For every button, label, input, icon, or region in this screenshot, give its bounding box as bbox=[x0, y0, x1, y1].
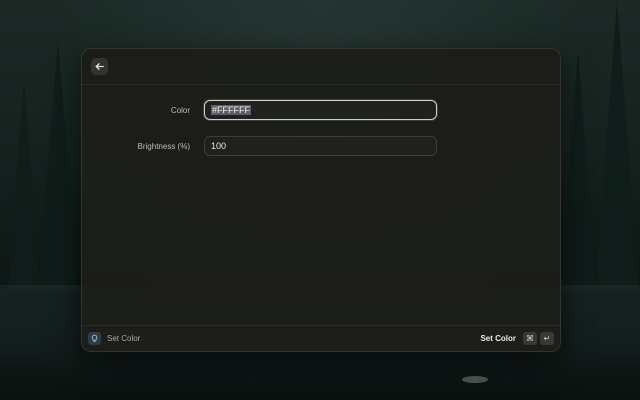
action-bar: Set Color Set Color ⌘ ↵ bbox=[82, 325, 560, 351]
color-label: Color bbox=[170, 106, 190, 115]
tree bbox=[560, 50, 596, 290]
command-window: Color #FFFFFF Brightness (%) 100 Set Col… bbox=[81, 48, 561, 352]
primary-action-button[interactable]: Set Color ⌘ ↵ bbox=[480, 331, 554, 346]
return-key-icon: ↵ bbox=[540, 332, 554, 345]
brightness-value: 100 bbox=[211, 141, 227, 151]
command-key-icon: ⌘ bbox=[523, 332, 537, 345]
command-title: Set Color bbox=[107, 334, 141, 343]
color-row: Color #FFFFFF bbox=[82, 100, 560, 122]
top-bar bbox=[82, 49, 560, 85]
water-ripple bbox=[462, 376, 488, 383]
tree bbox=[38, 40, 78, 290]
color-input[interactable]: #FFFFFF bbox=[204, 100, 437, 120]
brightness-row: Brightness (%) 100 bbox=[82, 136, 560, 158]
color-value: #FFFFFF bbox=[211, 105, 251, 115]
arrow-left-icon bbox=[94, 61, 105, 72]
extension-icon-badge bbox=[88, 332, 101, 345]
brightness-input[interactable]: 100 bbox=[204, 136, 437, 156]
tree bbox=[595, 0, 639, 290]
primary-action-label: Set Color bbox=[480, 334, 516, 343]
back-button[interactable] bbox=[91, 58, 108, 75]
lightbulb-icon bbox=[90, 334, 99, 343]
brightness-label: Brightness (%) bbox=[137, 142, 190, 151]
tree bbox=[8, 80, 40, 290]
